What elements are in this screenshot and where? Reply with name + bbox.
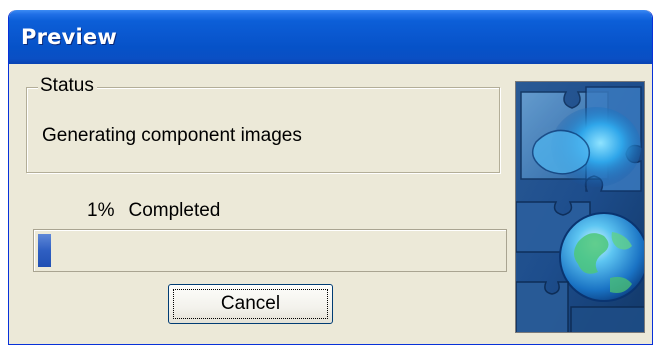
cancel-button-label: Cancel <box>220 293 281 314</box>
puzzle-globe-image <box>515 81 645 333</box>
window-title: Preview <box>21 25 117 49</box>
puzzle-globe-icon <box>516 82 644 332</box>
progress-percent: 1% <box>87 200 115 221</box>
progress-completed-label: Completed <box>128 200 221 221</box>
title-bar[interactable]: Preview <box>9 10 652 64</box>
status-legend: Status <box>38 75 97 97</box>
progress-bar <box>33 229 507 272</box>
progress-fill <box>38 234 51 267</box>
status-message: Generating component images <box>42 125 302 146</box>
preview-dialog: Preview Status Generating component imag… <box>8 10 653 345</box>
progress-text: 1% Completed <box>87 200 220 222</box>
cancel-button[interactable]: Cancel <box>168 284 333 324</box>
